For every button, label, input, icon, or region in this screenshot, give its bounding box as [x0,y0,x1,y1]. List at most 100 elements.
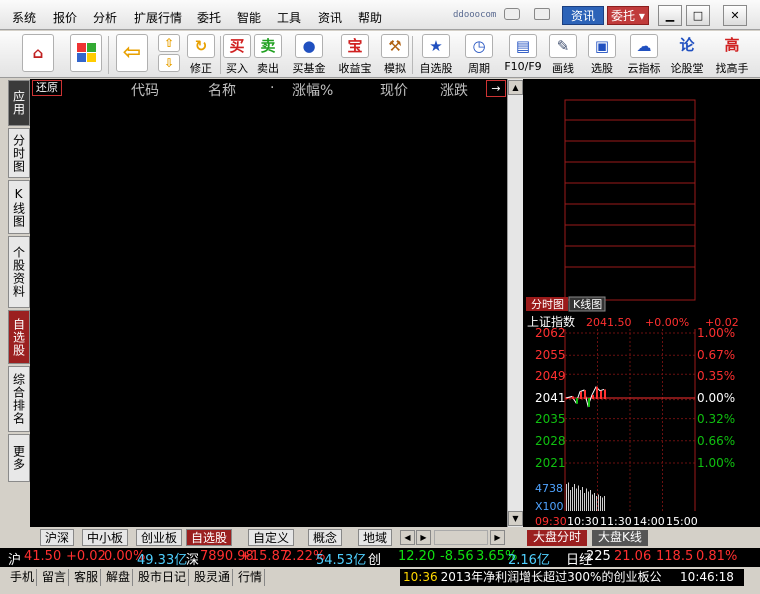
pick-label: 选股 [591,62,613,75]
tab-custom[interactable]: 自定义 [248,529,295,546]
windows-logo-icon [70,34,102,72]
stock-pick-button[interactable]: ▣ 选股 [584,34,620,76]
sell-label: 卖出 [257,62,279,75]
time-label: 09:30 [535,515,567,527]
menu-system[interactable]: 系统 [12,9,36,26]
home-icon: ⌂ [22,34,54,72]
menu-tools[interactable]: 工具 [277,9,301,26]
tab-kline[interactable]: K线图 [8,180,30,234]
scroll-up-icon[interactable]: ▲ [508,80,523,95]
ticker-sz-amount: 54.53亿 [316,553,367,568]
forum-label: 论股堂 [670,62,704,75]
tab-concept[interactable]: 概念 [308,529,343,546]
tab-watchlist-bottom[interactable]: 自选股 [186,529,233,546]
menu-smart[interactable]: 智能 [237,9,261,26]
tab-market-kline[interactable]: 大盘K线 [592,530,648,546]
volume-bar [590,490,591,511]
menu-info[interactable]: 资讯 [318,9,342,26]
ticker-cy-amount: 2.16亿 [508,553,550,568]
status-mobile[interactable]: 手机 [8,569,38,586]
tab-ranking[interactable]: 综合排名 [8,366,30,432]
menu-quotes[interactable]: 报价 [53,9,77,26]
news-button[interactable]: 资讯 [562,6,604,25]
f10-button[interactable]: ▤ F10/F9 [502,34,544,76]
tab-sme-board[interactable]: 中小板 [82,529,129,546]
forum-button[interactable]: 论 论股堂 [670,34,704,76]
column-scroll-button[interactable]: → [486,80,506,97]
volume-bar [566,484,567,511]
y-left-label: 2021 [535,456,566,470]
period-button[interactable]: ◷ 周期 [462,34,496,76]
red-green-bars [566,386,606,407]
yield-button[interactable]: 宝 收益宝 [335,34,375,76]
sell-button[interactable]: 卖 卖出 [254,34,282,76]
market-tabs: 沪深 中小板 创业板 自选股 自定义 概念 地域 ◀ ▶ ▶ [30,529,507,546]
news-text: 2013年净利润增长超过300%的创业板公 [440,570,662,584]
draw-line-button[interactable]: ✎ 画线 [548,34,578,76]
status-commentary[interactable]: 解盘 [104,569,134,586]
index-ticker: 沪 41.50 +0.02 0.00% 49.33亿 深 7890.98 +15… [0,548,760,568]
buy-button[interactable]: 买 买入 [223,34,251,76]
col-name[interactable]: 名称 [208,80,236,99]
menu-help[interactable]: 帮助 [358,9,382,26]
col-change-pct[interactable]: 涨幅% [292,80,333,99]
home-button[interactable]: ⌂ [20,34,56,76]
find-expert-button[interactable]: 高 找高手 [714,34,750,76]
chart-tab-kline-label: K线图 [573,297,602,311]
time-label: 11:30 [600,515,632,527]
close-icon[interactable]: ✕ [723,5,747,26]
menu-trade[interactable]: 委托 [197,9,221,26]
col-price[interactable]: 现价 [380,80,408,99]
expert-label: 找高手 [715,62,749,75]
chat-icon[interactable] [504,8,520,20]
chevron-down-icon: ▾ [635,9,645,23]
trade-dropdown-button[interactable]: 委托 ▾ [607,6,649,25]
col-change[interactable]: 涨跌 [440,80,468,99]
fix-button[interactable]: ↻ 修正 [186,34,216,76]
status-service[interactable]: 客服 [72,569,102,586]
tab-timeshare-label: 分时图 [11,133,26,173]
shirt-icon[interactable] [534,8,550,20]
back-button[interactable]: ⇦ [114,34,150,76]
windows-button[interactable] [68,34,104,76]
col-code[interactable]: 代码 [131,80,159,99]
hscroll-right-icon[interactable]: ▶ [490,530,505,545]
tab-shanghai-shenzhen[interactable]: 沪深 [40,529,75,546]
ticker-sh-change: +0.02 [66,549,106,564]
status-quotes[interactable]: 行情 [236,569,266,586]
minimize-icon[interactable]: ▁ [658,5,682,26]
status-diary[interactable]: 股市日记 [136,569,190,586]
tab-market-timeshare[interactable]: 大盘分时 [527,530,587,546]
news-ticker[interactable]: 10:36 2013年净利润增长超过300%的创业板公 [400,569,670,586]
tab-scroll-left-icon[interactable]: ◀ [400,530,415,545]
maximize-icon[interactable]: □ [686,5,710,26]
ticker-rj-change: 118.5 [656,549,694,564]
tab-more[interactable]: 更多 [8,434,30,482]
y-right-label: 0.35% [697,369,735,383]
quote-grid[interactable]: 还原 代码 名称 · 涨幅% 现价 涨跌 → [30,79,507,527]
scroll-down-icon[interactable]: ▼ [508,511,523,526]
menu-analysis[interactable]: 分析 [93,9,117,26]
up-bar [592,394,594,399]
tab-apps[interactable]: 应用 [8,80,30,126]
vertical-scrollbar[interactable]: ▲ ▼ [507,79,523,527]
up-down-button[interactable]: ⇧ ⇩ [156,34,182,76]
clock-icon: ◷ [465,34,493,58]
menu-extended-quotes[interactable]: 扩展行情 [134,9,182,26]
tab-region[interactable]: 地域 [358,529,393,546]
tab-scroll-right-icon[interactable]: ▶ [416,530,431,545]
simulate-button[interactable]: ⚒ 模拟 [381,34,409,76]
buy-fund-button[interactable]: ● 买基金 [288,34,330,76]
tab-chinext[interactable]: 创业板 [136,529,183,546]
volume-bar [600,496,601,511]
tab-stock-info[interactable]: 个股资料 [8,236,30,308]
tab-timeshare[interactable]: 分时图 [8,128,30,178]
status-stock-alert[interactable]: 股灵通 [192,569,234,586]
fund-icon: ● [295,34,323,58]
status-message[interactable]: 留言 [40,569,70,586]
tab-watchlist[interactable]: 自选股 [8,310,30,364]
cloud-indicator-button[interactable]: ☁ 云指标 [626,34,662,76]
restore-button[interactable]: 还原 [32,80,62,96]
horizontal-scrollbar[interactable] [434,530,488,545]
watchlist-button[interactable]: ★ 自选股 [416,34,456,76]
